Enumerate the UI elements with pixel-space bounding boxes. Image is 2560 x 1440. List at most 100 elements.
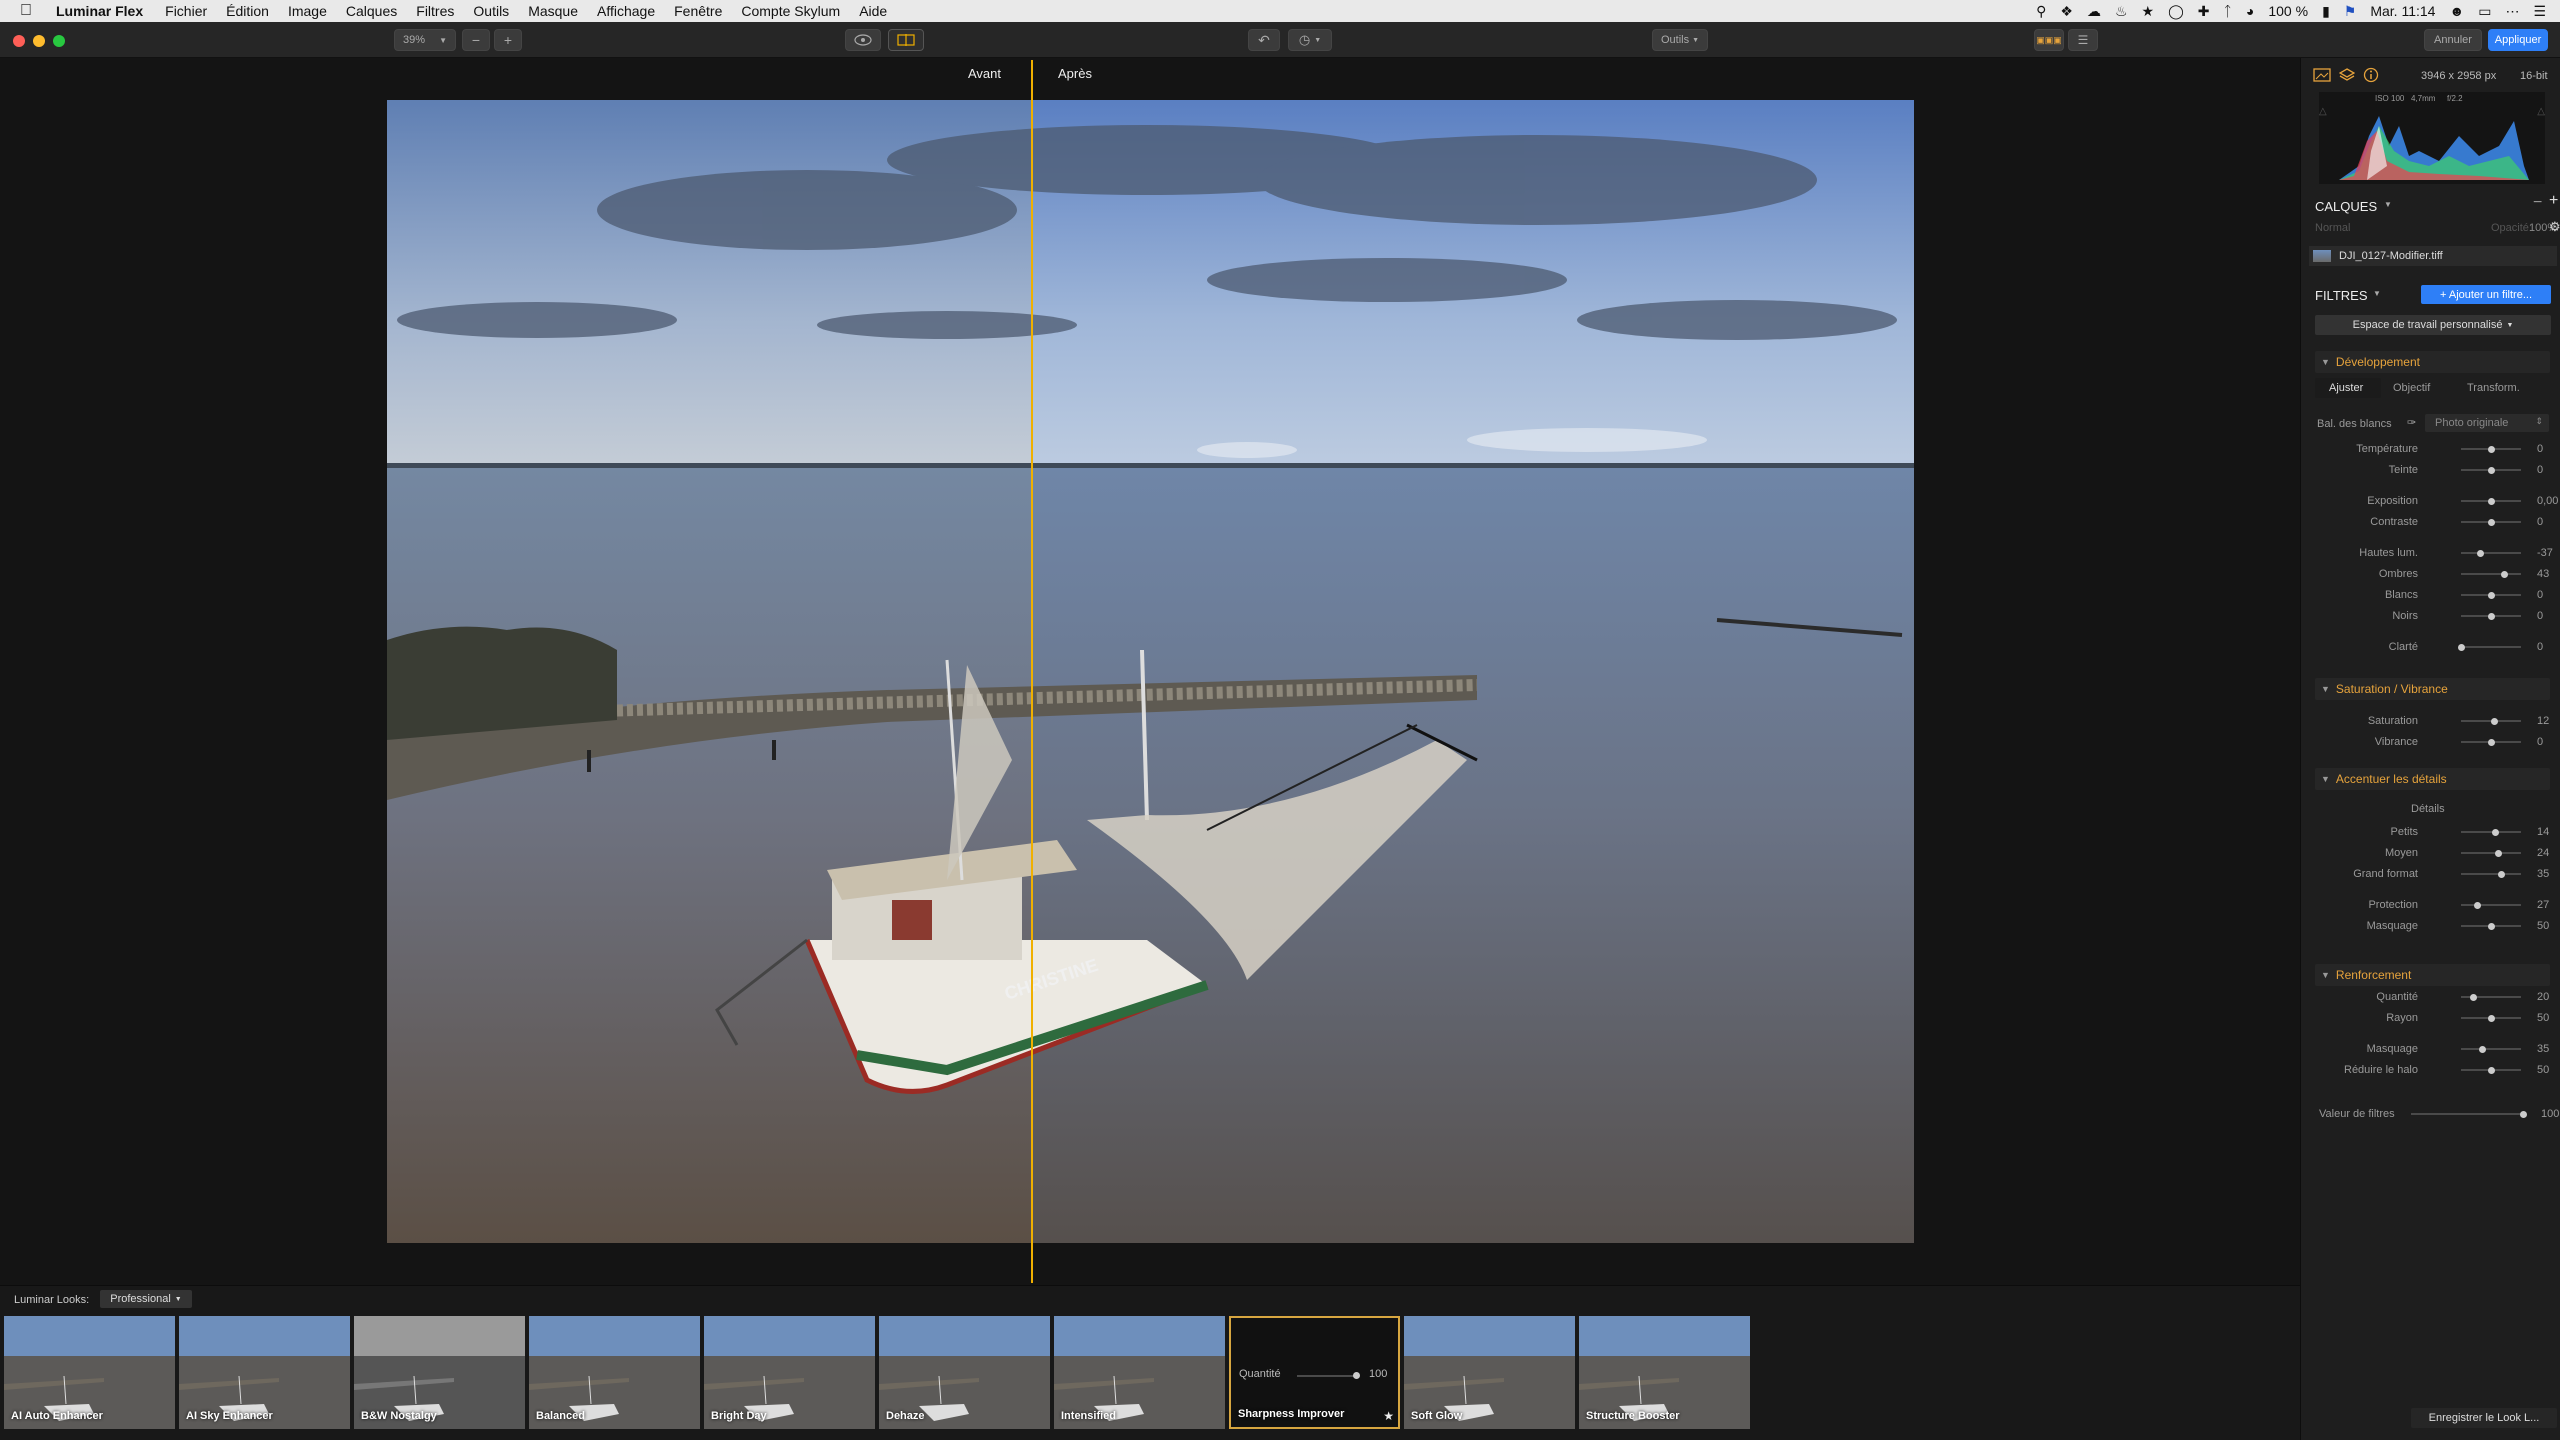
remove-layer-button[interactable]: − [2533,194,2542,212]
menu-filtres[interactable]: Filtres [416,3,454,19]
zoom-in-button[interactable]: + [494,29,522,51]
slider-track[interactable] [2461,646,2521,648]
slider-value[interactable]: 0 [2537,610,2543,622]
creative-cloud-icon[interactable]: ◯ [2168,3,2184,20]
slider-knob[interactable] [2500,570,2508,578]
section-development[interactable]: ▼ Développement [2315,351,2550,373]
photo-canvas[interactable]: CHRISTINE [387,100,1914,1243]
blend-mode-select[interactable]: Normal [2315,222,2350,234]
menu-masque[interactable]: Masque [528,3,578,19]
airplay-icon[interactable]: ▭ [2478,3,2491,20]
slider-value[interactable]: 50 [2537,920,2549,932]
more-icon[interactable]: ⋯ [2505,3,2519,20]
menu-fenetre[interactable]: Fenêtre [674,3,722,19]
compare-split-handle[interactable] [1031,60,1033,1283]
slider-knob[interactable] [2457,643,2465,651]
menu-compte-skylum[interactable]: Compte Skylum [741,3,840,19]
menu-app[interactable]: Luminar Flex [56,3,143,19]
look-thumbnail[interactable]: Balanced [529,1316,700,1429]
filters-title[interactable]: FILTRES [2315,288,2368,303]
slider-track[interactable] [2461,1048,2521,1050]
slider-value[interactable]: 35 [2537,1043,2549,1055]
slider-value[interactable]: 12 [2537,715,2549,727]
layer-row[interactable]: DJI_0127-Modifier.tiff [2309,246,2557,266]
slider-knob[interactable] [2491,828,2499,836]
filter-amount-track[interactable] [2411,1113,2523,1115]
menu-fichier[interactable]: Fichier [165,3,207,19]
bell-icon[interactable]: ★ [2142,3,2155,20]
slider-knob[interactable] [2487,922,2495,930]
image-info-icon[interactable] [2313,68,2331,82]
workspace-dropdown[interactable]: Espace de travail personnalisé ▼ [2315,315,2551,335]
slider-value[interactable]: 0 [2537,589,2543,601]
layers-title[interactable]: CALQUES [2315,199,2377,214]
slider-knob[interactable] [2487,518,2495,526]
cancel-button[interactable]: Annuler [2424,29,2482,51]
menu-affichage[interactable]: Affichage [597,3,655,19]
history-button[interactable]: ◷ ▼ [1288,29,1332,51]
filter-amount-value[interactable]: 100 [2541,1108,2559,1120]
gear-icon[interactable]: ⚙ [2549,219,2560,235]
slider-track[interactable] [2461,873,2521,875]
look-thumbnail[interactable]: B&W Nostalgy [354,1316,525,1429]
slider-value[interactable]: 50 [2537,1012,2549,1024]
tab-ajuster[interactable]: Ajuster [2315,378,2381,398]
apple-icon[interactable]:  [20,2,38,20]
section-sharpen[interactable]: ▼ Renforcement [2315,964,2550,986]
look-thumbnail[interactable]: Structure Booster [1579,1316,1750,1429]
slider-value[interactable]: 50 [2537,1064,2549,1076]
apply-button[interactable]: Appliquer [2488,29,2548,51]
slider-value[interactable]: 27 [2537,899,2549,911]
undo-button[interactable]: ↶ [1248,29,1280,51]
menu-image[interactable]: Image [288,3,327,19]
flame-icon[interactable]: ♨ [2115,3,2128,20]
slider-value[interactable]: 0 [2537,464,2543,476]
look-thumbnail[interactable]: Quantité 100 ★ Sharpness Improver [1229,1316,1400,1429]
wb-dropdown[interactable]: Photo originale ⇕ [2425,414,2549,432]
menu-aide[interactable]: Aide [859,3,887,19]
layers-icon[interactable] [2339,67,2355,83]
look-thumbnail[interactable]: Intensified [1054,1316,1225,1429]
close-window-button[interactable] [13,35,25,47]
looks-panel-toggle[interactable]: ▣▣▣ [2034,29,2064,51]
highlight-clipping-icon[interactable]: △ [2537,106,2545,117]
zoom-dropdown[interactable]: 39% ▼ [394,29,456,51]
minimize-window-button[interactable] [33,35,45,47]
slider-knob[interactable] [2476,549,2484,557]
slider-knob[interactable] [2487,612,2495,620]
slider-track[interactable] [2461,852,2521,854]
look-quantity-value[interactable]: 100 [1369,1368,1387,1380]
look-thumbnail[interactable]: AI Sky Enhancer [179,1316,350,1429]
cloud-icon[interactable]: ☁ [2087,3,2101,20]
slider-knob[interactable] [2487,1066,2495,1074]
slider-value[interactable]: 0 [2537,736,2543,748]
slider-knob[interactable] [2473,901,2481,909]
look-quantity-knob[interactable] [1353,1372,1360,1379]
slider-knob[interactable] [2494,849,2502,857]
look-thumbnail[interactable]: Bright Day [704,1316,875,1429]
bluetooth-icon[interactable]: ᛏ [2223,3,2231,19]
looks-category-dropdown[interactable]: Professional ▼ [100,1290,192,1308]
add-layer-button[interactable]: + [2549,192,2558,210]
slider-knob[interactable] [2487,445,2495,453]
slider-knob[interactable] [2498,870,2506,878]
menu-calques[interactable]: Calques [346,3,397,19]
section-saturation[interactable]: ▼ Saturation / Vibrance [2315,678,2550,700]
slider-value[interactable]: 0 [2537,516,2543,528]
slider-value[interactable]: 43 [2537,568,2549,580]
user-icon[interactable]: ☻ [2449,3,2464,19]
save-look-button[interactable]: Enregistrer le Look L... [2411,1408,2557,1428]
slider-value[interactable]: 0 [2537,443,2543,455]
slider-knob[interactable] [2491,717,2499,725]
compare-split-button[interactable] [888,29,924,51]
slider-value[interactable]: 0 [2537,641,2543,653]
look-thumbnail[interactable]: AI Auto Enhancer [4,1316,175,1429]
favorite-star-icon[interactable]: ★ [1383,1409,1394,1423]
menu-outils[interactable]: Outils [473,3,509,19]
slider-track[interactable] [2461,552,2521,554]
tab-transform[interactable]: Transform. [2467,382,2520,394]
zoom-out-button[interactable]: − [462,29,490,51]
look-quantity-track[interactable] [1297,1375,1357,1377]
slider-knob[interactable] [2487,497,2495,505]
slider-value[interactable]: 14 [2537,826,2549,838]
